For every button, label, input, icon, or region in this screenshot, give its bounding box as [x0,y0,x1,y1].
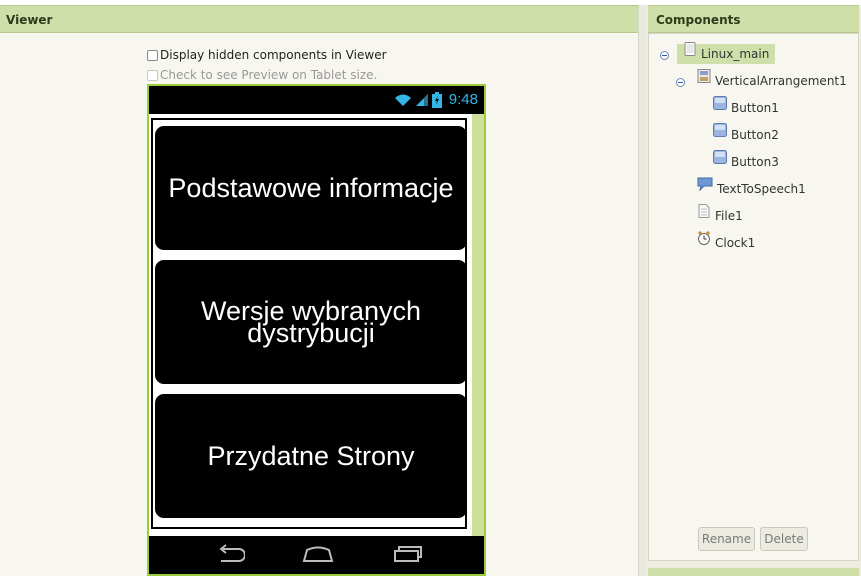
rename-button[interactable]: Rename [698,527,755,551]
tree-item-button2[interactable]: Button2 [713,123,779,142]
button-icon [713,150,727,164]
nav-bar [149,536,484,574]
status-time: 9:48 [448,91,478,108]
tree-item-button1[interactable]: Button1 [713,96,779,115]
collapse-linux-main-icon[interactable] [660,51,669,60]
display-hidden-checkbox[interactable] [147,49,158,61]
tree-label-button3: Button3 [731,155,779,169]
tree-item-file1[interactable]: File1 [697,204,743,223]
button-icon [713,96,727,110]
tree-label-verticalarrangement1: VerticalArrangement1 [715,74,847,88]
file-icon [698,204,710,218]
vertical-arrangement[interactable]: Podstawowe informacje Wersje wybranych d… [151,118,467,529]
components-title: Components [656,13,741,27]
home-icon[interactable] [302,544,334,564]
wifi-icon [394,94,411,106]
back-icon[interactable] [215,544,245,564]
tree-item-verticalarrangement1[interactable]: VerticalArrangement1 [697,69,847,88]
signal-icon [415,93,428,106]
viewer-title: Viewer [6,13,53,27]
phone-button-1[interactable]: Podstawowe informacje [155,126,467,250]
tree-label-clock1: Clock1 [715,236,756,250]
status-bar: 9:48 [149,86,484,114]
tree-label-linux-main: Linux_main [701,47,770,61]
text-to-speech-icon [697,177,713,191]
properties-header-strip [648,568,859,576]
screen-icon [684,42,696,56]
phone-preview: 9:48 Podstawowe informacje Wersje wybran… [147,84,486,576]
tree-label-button1: Button1 [731,101,779,115]
clock-icon [698,231,710,245]
vertical-arrangement-icon [697,69,711,83]
battery-icon [431,91,442,108]
tree-item-button3[interactable]: Button3 [713,150,779,169]
tablet-preview-label: Check to see Preview on Tablet size. [160,68,378,82]
phone-screen: Podstawowe informacje Wersje wybranych d… [149,114,472,536]
tablet-preview-checkbox[interactable] [147,69,158,81]
phone-button-2[interactable]: Wersje wybranych dystrybucji [155,260,467,384]
tablet-preview-row[interactable]: Check to see Preview on Tablet size. [147,68,377,82]
delete-button[interactable]: Delete [760,527,808,551]
components-header: Components [648,5,859,33]
viewer-scrollbar[interactable] [638,5,646,576]
recent-apps-icon[interactable] [392,544,422,564]
phone-button-3[interactable]: Przydatne Strony [155,394,467,518]
tree-item-clock1[interactable]: Clock1 [697,231,756,250]
tree-item-linux-main[interactable]: Linux_main [677,42,776,64]
tree-label-button2: Button2 [731,128,779,142]
display-hidden-row[interactable]: Display hidden components in Viewer [147,48,387,62]
collapse-vertical-arrangement-icon[interactable] [676,78,685,87]
display-hidden-label: Display hidden components in Viewer [160,48,387,62]
tree-label-file1: File1 [715,209,743,223]
button-icon [713,123,727,137]
tree-label-texttospeech1: TextToSpeech1 [717,182,806,196]
tree-item-texttospeech1[interactable]: TextToSpeech1 [697,177,806,196]
viewer-header: Viewer [0,5,638,33]
